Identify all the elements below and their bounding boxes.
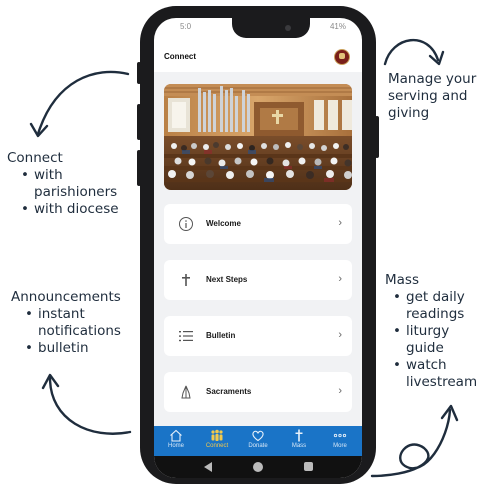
chevron-right-icon: › <box>338 329 342 341</box>
tab-label: More <box>333 443 347 449</box>
mass-annotation-title: Mass <box>385 272 419 288</box>
system-nav-bar <box>154 456 362 478</box>
connect-annotation: Connect with parishioners with diocese <box>7 150 147 218</box>
mass-arrow <box>370 408 452 478</box>
mass-annotation: Mass get daily readings liturgy guide wa… <box>385 272 489 391</box>
tab-label: Mass <box>291 443 307 449</box>
announcements-arrow <box>48 376 132 435</box>
praying-hands-icon <box>181 385 191 399</box>
tab-more[interactable]: More <box>320 426 360 456</box>
announcements-annotation: Announcements instant notifications bull… <box>11 289 141 357</box>
home-circle-icon[interactable] <box>253 462 263 472</box>
main-content: Welcome › Next Steps › Bulletin › Sacram… <box>154 72 362 426</box>
app-bar: Connect <box>154 46 362 70</box>
home-icon <box>170 429 182 442</box>
manage-annotation: Manage your serving and giving <box>388 71 477 121</box>
menu-item-label: Bulletin <box>206 331 236 340</box>
back-icon[interactable] <box>204 462 212 472</box>
volume-down-button <box>137 150 141 186</box>
menu-item-welcome[interactable]: Welcome › <box>164 204 352 244</box>
people-icon <box>211 429 223 441</box>
tab-label: Donate <box>248 443 268 449</box>
status-time: 5:0 <box>180 22 192 31</box>
tab-connect[interactable]: Connect <box>197 426 237 456</box>
heart-icon <box>252 430 264 442</box>
list-icon <box>179 331 193 342</box>
announcements-annotation-title: Announcements <box>11 289 121 305</box>
announcements-annotation-item: bulletin <box>25 340 141 357</box>
status-battery: 41% <box>329 22 346 31</box>
tab-donate[interactable]: Donate <box>238 426 278 456</box>
phone-screen: 5:0 41% Connect Welcome › Next Steps › B… <box>154 18 362 478</box>
menu-item-next-steps[interactable]: Next Steps › <box>164 260 352 300</box>
page-title: Connect <box>164 52 196 61</box>
chevron-right-icon: › <box>338 217 342 229</box>
power-button <box>375 116 379 158</box>
tab-label: Home <box>167 443 184 449</box>
menu-item-label: Next Steps <box>206 275 248 284</box>
connect-annotation-item: with diocese <box>21 201 147 218</box>
phone-notch <box>232 16 310 38</box>
cross-icon <box>182 274 190 286</box>
info-circle-icon <box>179 217 193 231</box>
cross-icon <box>295 429 303 442</box>
front-camera <box>285 25 291 31</box>
connect-annotation-item: with parishioners <box>21 167 147 201</box>
mass-annotation-item: get daily readings <box>393 289 489 323</box>
church-interior-photo <box>164 84 352 190</box>
mass-annotation-item: liturgy guide <box>393 323 489 357</box>
connect-arrow <box>36 70 130 136</box>
menu-item-label: Welcome <box>206 219 241 228</box>
parish-logo-icon[interactable] <box>334 49 350 65</box>
tab-home[interactable]: Home <box>156 426 196 456</box>
announcements-annotation-item: instant notifications <box>25 306 141 340</box>
menu-item-bulletin[interactable]: Bulletin › <box>164 316 352 356</box>
more-icon <box>333 433 347 438</box>
chevron-right-icon: › <box>338 273 342 285</box>
manage-arrow <box>383 39 440 66</box>
menu-item-sacraments[interactable]: Sacraments › <box>164 372 352 412</box>
mass-annotation-item: watch livestream <box>393 357 489 391</box>
bottom-tab-bar: Home Connect Donate Mass More <box>154 426 362 456</box>
volume-button <box>137 62 141 84</box>
tab-mass[interactable]: Mass <box>279 426 319 456</box>
recent-apps-icon[interactable] <box>304 462 313 471</box>
connect-annotation-title: Connect <box>7 150 63 166</box>
chevron-right-icon: › <box>338 385 342 397</box>
tab-label: Connect <box>205 443 229 449</box>
volume-up-button <box>137 104 141 140</box>
menu-item-label: Sacraments <box>206 387 252 396</box>
